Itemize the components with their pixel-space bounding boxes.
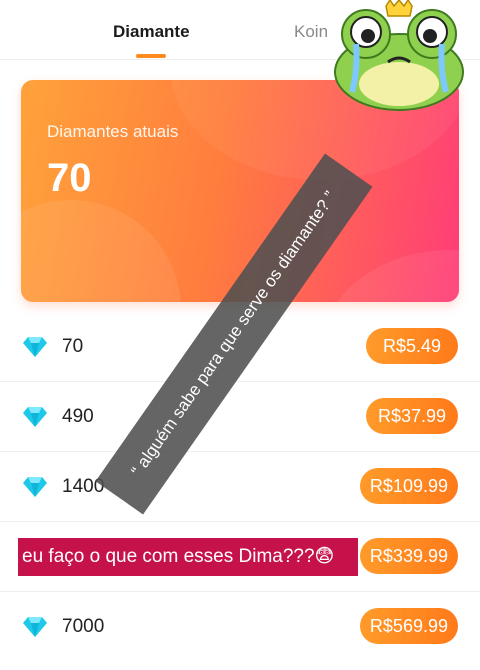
tab-diamante[interactable]: Diamante (113, 22, 190, 42)
diamond-icon (23, 337, 47, 357)
list-item[interactable]: 1400 R$109.99 (0, 452, 480, 522)
package-amount: 490 (62, 406, 94, 427)
buy-price-button[interactable]: R$569.99 (359, 608, 458, 644)
buy-price-button[interactable]: R$5.49 (366, 328, 458, 364)
card-decoration (21, 200, 181, 302)
balance-card: Diamantes atuais 70 (21, 80, 459, 302)
crying-frog-sticker (334, 0, 464, 111)
diamond-icon (23, 617, 47, 637)
caption-overlay: eu faço o que com esses Dima???😨 (18, 538, 358, 576)
buy-price-button[interactable]: R$339.99 (359, 538, 458, 574)
balance-value: 70 (47, 156, 92, 200)
tab-koin[interactable]: Koin (294, 22, 328, 42)
diamond-icon (23, 407, 47, 427)
package-amount: 7000 (62, 616, 105, 637)
buy-price-button[interactable]: R$109.99 (359, 468, 458, 504)
list-item[interactable]: 7000 R$569.99 (0, 592, 480, 662)
buy-price-button[interactable]: R$37.99 (366, 398, 458, 434)
list-item[interactable]: 490 R$37.99 (0, 382, 480, 452)
active-tab-indicator (136, 54, 166, 58)
balance-label: Diamantes atuais (47, 122, 179, 141)
package-amount: 70 (62, 336, 84, 357)
diamond-icon (23, 477, 47, 497)
card-decoration (321, 250, 459, 302)
